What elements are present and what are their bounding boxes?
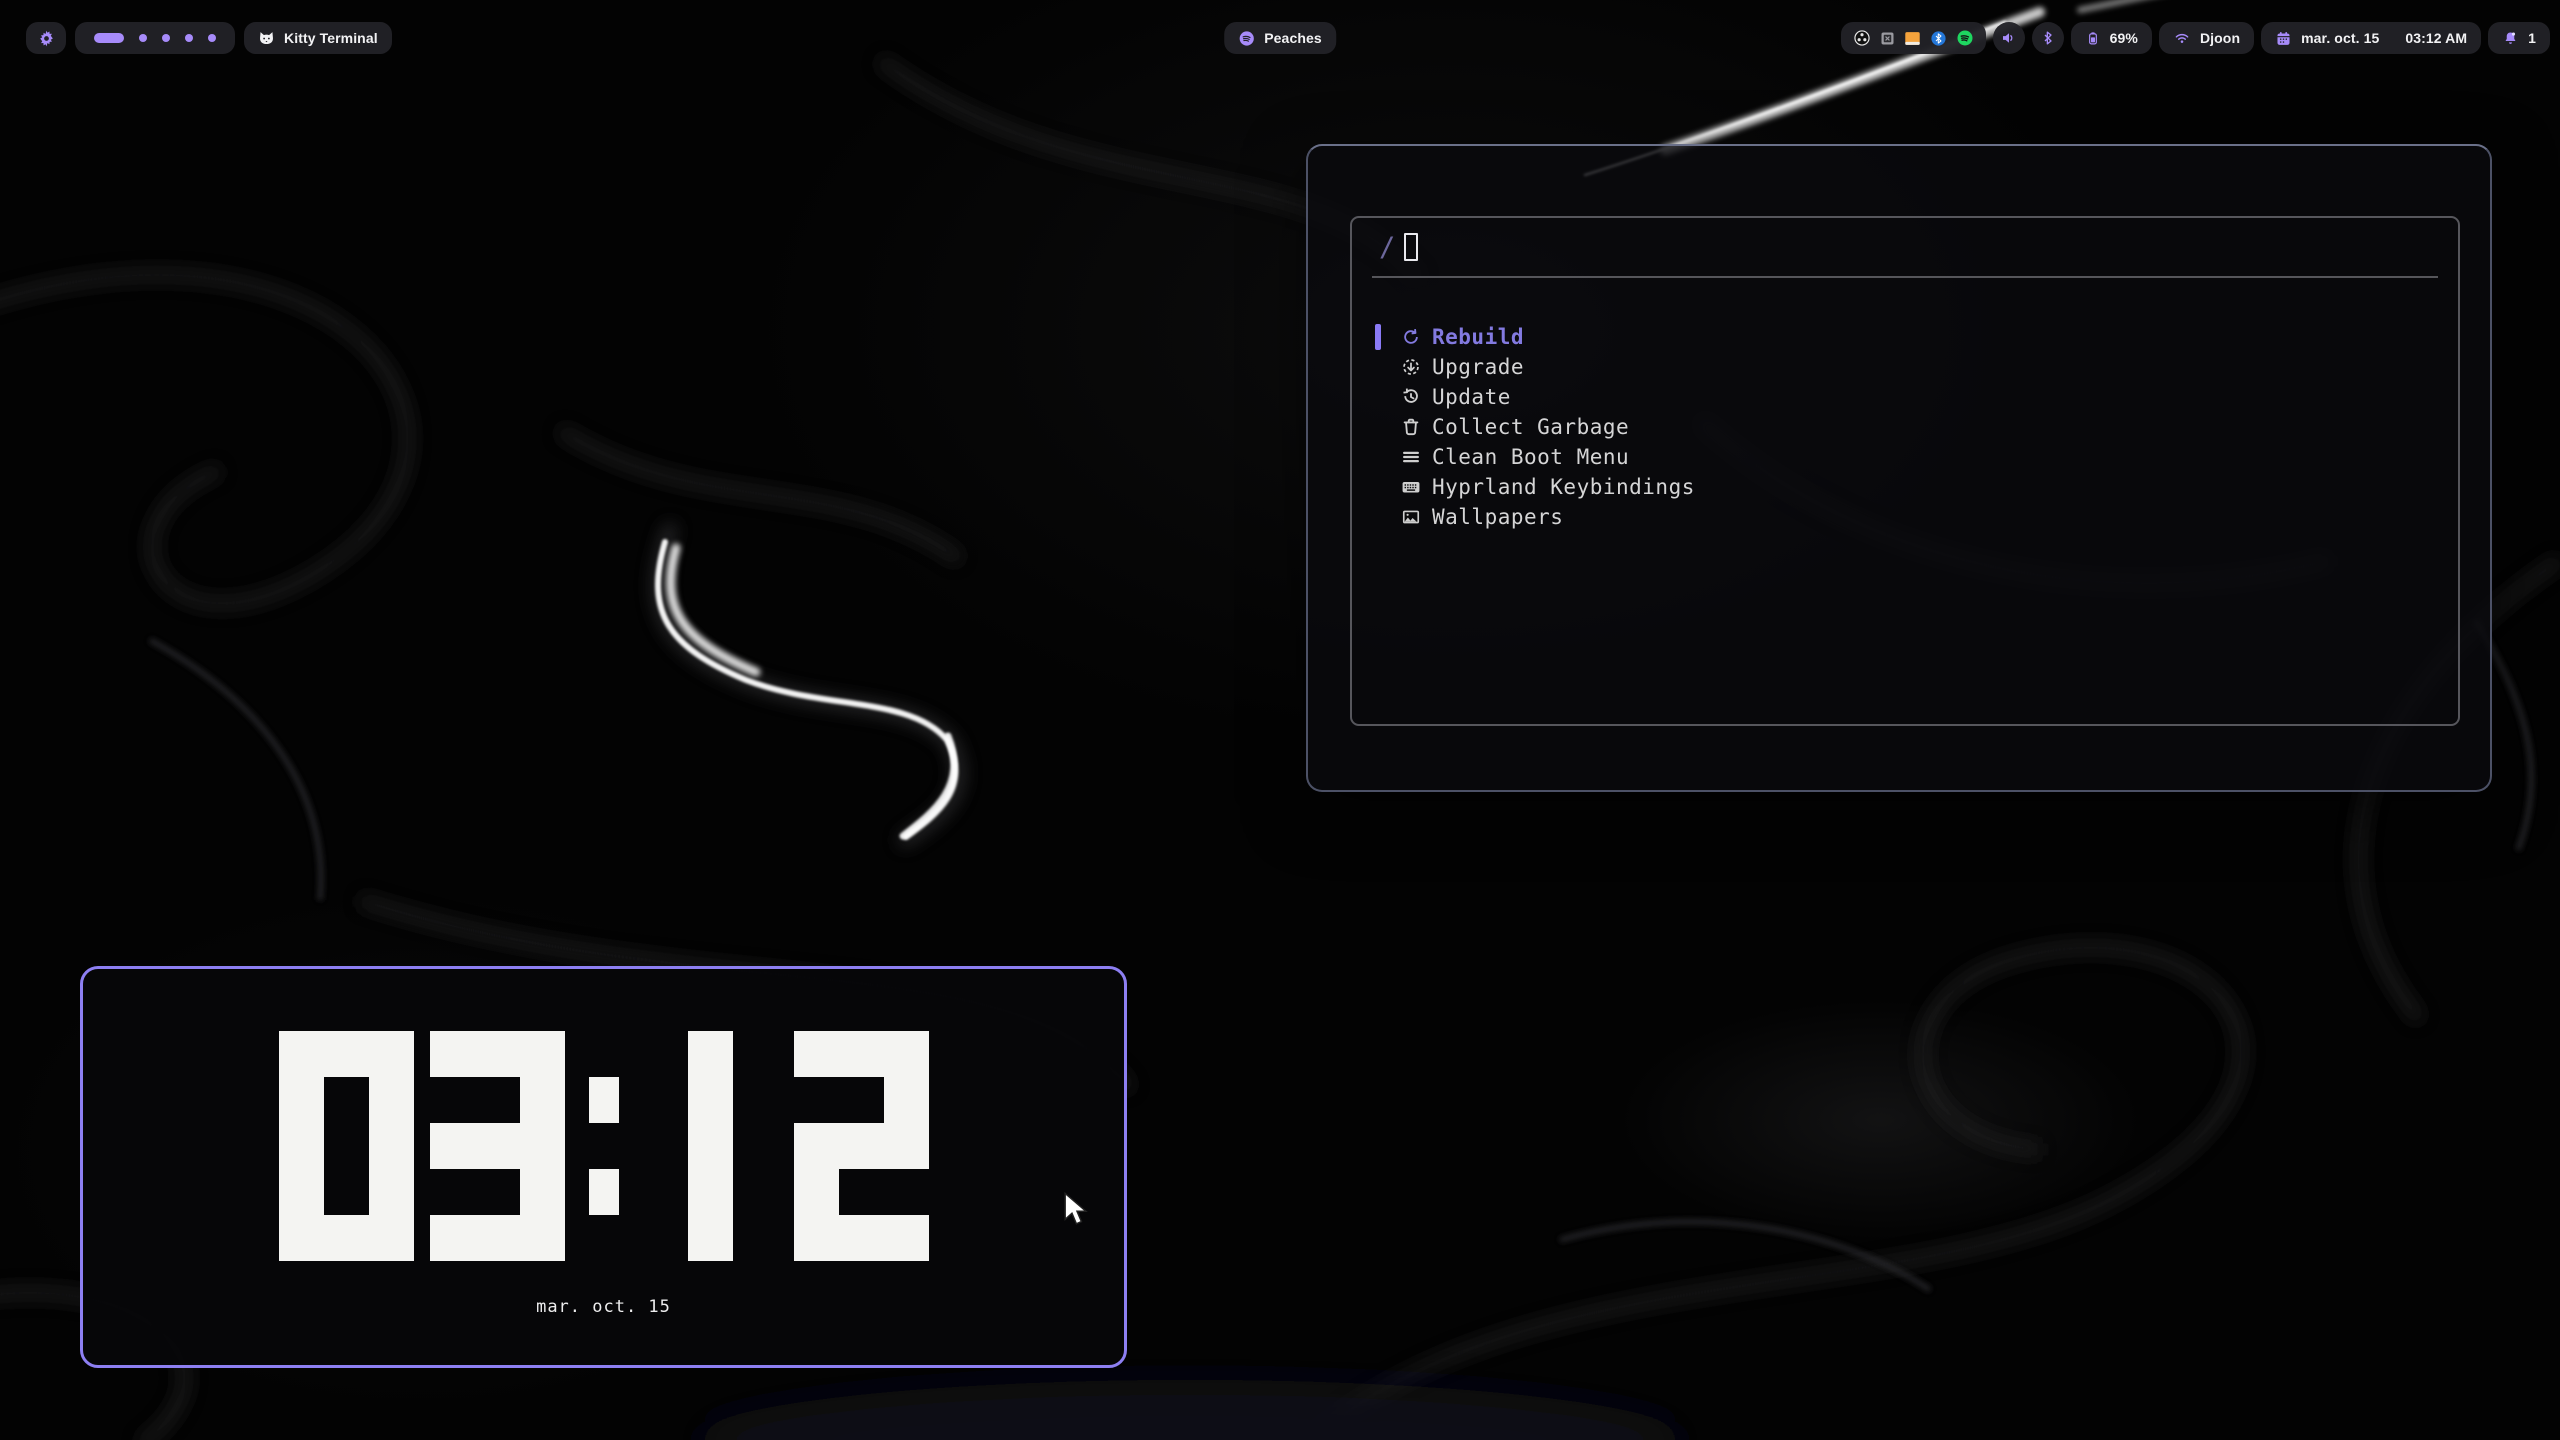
desktop: { "colors": { "accent": "#a78bfa", "sele… bbox=[0, 0, 2560, 1440]
launcher-item-collect-garbage[interactable]: Collect Garbage bbox=[1352, 412, 2458, 442]
battery-percent: 69% bbox=[2110, 30, 2138, 46]
clock-widget: mar. oct. 15 bbox=[80, 966, 1127, 1368]
upgrade-icon bbox=[1400, 356, 1422, 378]
search-input[interactable]: / bbox=[1352, 218, 2458, 276]
battery-icon bbox=[2085, 30, 2101, 46]
clock-digit-2 bbox=[792, 1031, 931, 1261]
battery-pill[interactable]: 69% bbox=[2071, 22, 2152, 54]
launcher-button[interactable] bbox=[26, 22, 66, 54]
rebuild-icon bbox=[1400, 326, 1422, 348]
media-pill[interactable]: Peaches bbox=[1224, 22, 1336, 54]
notification-count: 1 bbox=[2528, 30, 2536, 46]
network-pill[interactable]: Djoon bbox=[2159, 22, 2254, 54]
launcher-item-label: Clean Boot Menu bbox=[1432, 445, 1629, 469]
wallpaper-icon bbox=[1400, 506, 1422, 528]
prompt-symbol: / bbox=[1379, 232, 1395, 263]
bluetooth-button[interactable] bbox=[2032, 22, 2064, 54]
launcher-item-upgrade[interactable]: Upgrade bbox=[1352, 352, 2458, 382]
package-icon[interactable] bbox=[1880, 31, 1895, 46]
volume-button[interactable] bbox=[1993, 22, 2025, 54]
clock-digit-1 bbox=[641, 1031, 780, 1261]
date-text: mar. oct. 15 bbox=[2301, 30, 2379, 46]
time-text: 03:12 AM bbox=[2405, 30, 2467, 46]
launcher-item-label: Collect Garbage bbox=[1432, 415, 1629, 439]
bluetooth-icon bbox=[2040, 30, 2056, 46]
launcher-item-clean-boot-menu[interactable]: Clean Boot Menu bbox=[1352, 442, 2458, 472]
wifi-icon bbox=[2173, 29, 2191, 47]
clock-colon bbox=[579, 1031, 629, 1261]
datetime-pill[interactable]: mar. oct. 15 03:12 AM bbox=[2261, 22, 2481, 54]
launcher-item-label: Upgrade bbox=[1432, 355, 1524, 379]
launcher-box: / Rebuild Upgrade Update Collect Garbage Cle… bbox=[1350, 216, 2460, 726]
topbar-left: Kitty Terminal bbox=[26, 22, 392, 54]
network-ssid: Djoon bbox=[2200, 30, 2240, 46]
trash-icon bbox=[1400, 416, 1422, 438]
workspace-dot-5[interactable] bbox=[208, 34, 216, 42]
launcher-item-label: Hyprland Keybindings bbox=[1432, 475, 1695, 499]
clock-digit-0 bbox=[277, 1031, 416, 1261]
launcher-item-update[interactable]: Update bbox=[1352, 382, 2458, 412]
obs-icon[interactable] bbox=[1853, 29, 1871, 47]
gear-icon bbox=[37, 29, 56, 48]
topbar-center: Peaches bbox=[1224, 22, 1336, 54]
launcher-results: Rebuild Upgrade Update Collect Garbage Clean… bbox=[1352, 322, 2458, 532]
workspace-dot-3[interactable] bbox=[162, 34, 170, 42]
topbar-right: 69% Djoon mar. oct. 15 03:12 AM 1 bbox=[1841, 22, 2550, 54]
clock-date: mar. oct. 15 bbox=[536, 1297, 671, 1317]
cat-icon bbox=[258, 30, 275, 47]
update-icon bbox=[1400, 386, 1422, 408]
launcher-window: / Rebuild Upgrade Update Collect Garbage Cle… bbox=[1306, 144, 2492, 792]
mouse-cursor bbox=[1062, 1192, 1092, 1226]
list-icon bbox=[1400, 446, 1422, 468]
launcher-item-label: Wallpapers bbox=[1432, 505, 1563, 529]
launcher-item-label: Rebuild bbox=[1432, 325, 1524, 349]
workspaces[interactable] bbox=[75, 22, 235, 54]
bell-icon bbox=[2502, 30, 2519, 47]
active-window-title: Kitty Terminal bbox=[284, 30, 378, 46]
spotify-icon bbox=[1238, 30, 1255, 47]
active-window-pill[interactable]: Kitty Terminal bbox=[244, 22, 392, 54]
clock-digit-3 bbox=[428, 1031, 567, 1261]
media-title: Peaches bbox=[1264, 30, 1322, 46]
text-cursor bbox=[1404, 233, 1418, 261]
keyboard-icon bbox=[1400, 476, 1422, 498]
workspace-active[interactable] bbox=[94, 33, 124, 43]
system-tray[interactable] bbox=[1841, 22, 1986, 54]
spotify-green-icon[interactable] bbox=[1956, 29, 1974, 47]
launcher-item-wallpapers[interactable]: Wallpapers bbox=[1352, 502, 2458, 532]
launcher-item-rebuild[interactable]: Rebuild bbox=[1352, 322, 2458, 352]
files-icon[interactable] bbox=[1904, 30, 1921, 47]
launcher-item-label: Update bbox=[1432, 385, 1511, 409]
separator bbox=[1372, 276, 2438, 278]
launcher-item-hyprland-keybindings[interactable]: Hyprland Keybindings bbox=[1352, 472, 2458, 502]
clock-digits bbox=[277, 1031, 931, 1261]
speaker-icon bbox=[2000, 29, 2018, 47]
selection-indicator bbox=[1375, 324, 1381, 350]
workspace-dot-2[interactable] bbox=[139, 34, 147, 42]
calendar-icon bbox=[2275, 30, 2292, 47]
notifications-pill[interactable]: 1 bbox=[2488, 22, 2550, 54]
bluetooth-blue-icon[interactable] bbox=[1930, 30, 1947, 47]
workspace-dot-4[interactable] bbox=[185, 34, 193, 42]
